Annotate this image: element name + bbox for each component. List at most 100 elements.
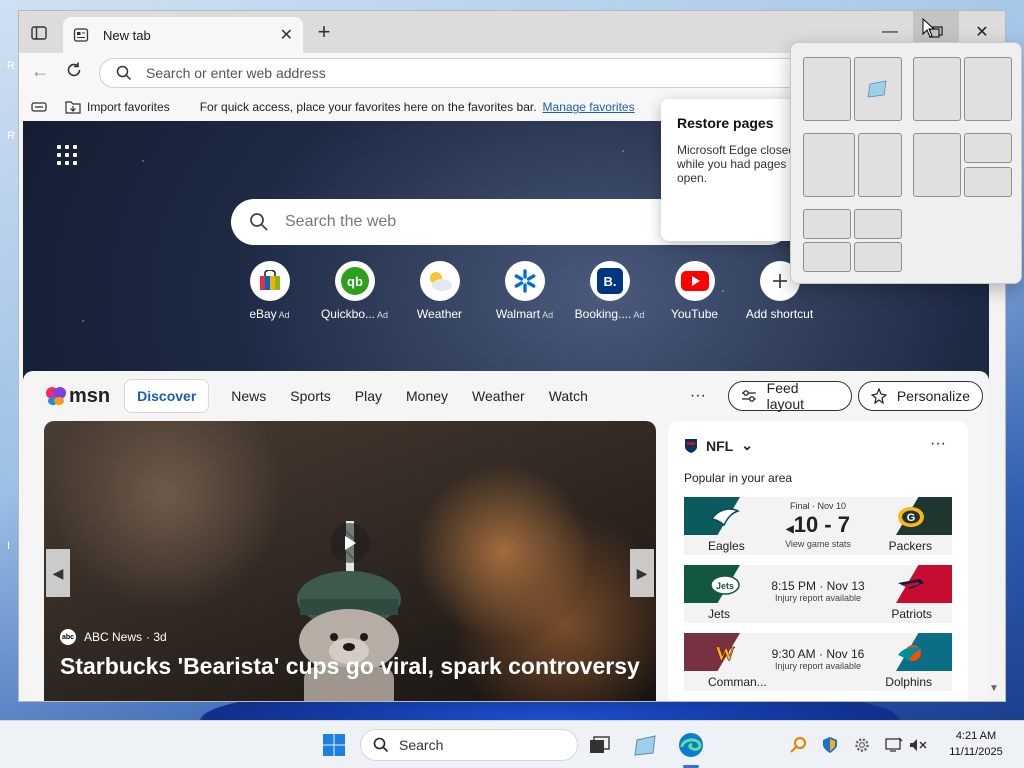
task-view-icon[interactable] [586, 731, 614, 759]
personalize-button[interactable]: Personalize [857, 381, 983, 411]
refresh-icon[interactable] [61, 61, 87, 85]
security-shield-icon[interactable] [820, 735, 840, 755]
game-row[interactable]: Jets Jets 8:15 PM · Nov 13 Injury report… [684, 565, 952, 623]
web-search-placeholder: Search the web [285, 213, 397, 230]
shortcut-youtube[interactable]: YouTube [652, 261, 737, 321]
nfl-more-button[interactable]: ··· [930, 435, 946, 453]
scroll-down-arrow-icon[interactable]: ▼ [989, 683, 999, 694]
play-icon [345, 536, 356, 550]
game-center: 9:30 AM · Nov 16 Injury report available [768, 637, 868, 671]
shortcut-label: Quickbo... [320, 307, 375, 321]
snap-zone-quad-top-right[interactable] [854, 209, 902, 239]
game-status: Final · Nov 10 [789, 501, 847, 511]
snap-zone-main-left[interactable] [913, 133, 961, 197]
game-score: ◀10 - 7 [768, 512, 868, 538]
favorites-bar-icon [31, 102, 47, 112]
tab-weather[interactable]: Weather [472, 388, 525, 404]
carousel-prev-button[interactable]: ◀ [46, 549, 70, 597]
file-explorer-icon[interactable] [632, 731, 660, 759]
hero-story-card[interactable]: ◀ ▶ abc ABC News · 3d Starbucks 'Bearist… [44, 421, 656, 701]
tab-watch[interactable]: Watch [549, 388, 588, 404]
game-time: 8:15 PM · Nov 13 [771, 579, 865, 593]
booking-icon: B. [589, 261, 630, 301]
nfl-league-selector[interactable]: NFL ⌄ [684, 437, 753, 454]
game-row[interactable]: W Comman... 9:30 AM · Nov 16 Injury repo… [684, 633, 952, 691]
snap-zone-half-right[interactable] [854, 57, 902, 121]
feed-navigation: msn Discover News Sports Play Money Weat… [23, 371, 989, 421]
network-icon[interactable] [884, 735, 904, 755]
shortcut-ebay[interactable]: eBay Ad [227, 261, 312, 321]
new-tab-button[interactable]: + [311, 21, 337, 45]
msn-logo[interactable]: msn [45, 385, 110, 408]
hero-source: abc ABC News · 3d [60, 629, 167, 645]
snap-zone-top-right[interactable] [964, 133, 1012, 163]
abc-news-logo-icon: abc [60, 629, 76, 645]
snap-zone-half-left[interactable] [803, 57, 851, 121]
ad-badge: Ad [633, 310, 645, 320]
snap-zone-wide-right[interactable] [964, 57, 1012, 121]
window-preview-icon [867, 80, 887, 98]
game-row[interactable]: Eagles Final · Nov 10 ◀10 - 7 View game … [684, 497, 952, 555]
hero-age: · 3d [146, 630, 167, 644]
address-input[interactable]: Search or enter web address [99, 58, 819, 88]
tab-new-tab[interactable]: New tab ✕ [63, 17, 303, 53]
clock-date: 11/11/2025 [949, 746, 1003, 758]
snap-zone-thirds-right[interactable] [858, 133, 902, 197]
shortcut-booking[interactable]: B. Booking.... Ad [567, 261, 652, 321]
shortcut-label: Walmart [495, 307, 541, 321]
more-tabs-button[interactable]: ··· [690, 387, 706, 405]
feed-layout-button[interactable]: Feed layout [727, 380, 852, 412]
import-favorites-button[interactable]: Import favorites [65, 100, 170, 114]
snap-zone-bottom-right[interactable] [964, 167, 1012, 197]
tab-discover[interactable]: Discover [124, 379, 210, 413]
tab-money[interactable]: Money [406, 388, 448, 404]
snap-zone-quad-top-left[interactable] [803, 209, 851, 239]
nfl-shield-icon [685, 438, 697, 453]
shortcut-walmart[interactable]: Walmart Ad [482, 261, 567, 321]
team-name: Comman... [708, 675, 767, 689]
tab-news[interactable]: News [231, 388, 266, 404]
tab-close-icon[interactable]: ✕ [280, 25, 293, 45]
settings-gear-icon[interactable] [852, 735, 872, 755]
snap-zone-quad-bottom-left[interactable] [803, 242, 851, 272]
tab-actions-icon [31, 26, 47, 40]
patriots-logo-icon [898, 579, 924, 589]
apps-launcher-icon[interactable] [57, 145, 77, 165]
dolphins-logo-icon [898, 645, 922, 661]
carousel-next-button[interactable]: ▶ [630, 549, 654, 597]
weather-icon [419, 261, 460, 301]
commanders-logo-icon: W [715, 643, 736, 665]
hero-headline[interactable]: Starbucks 'Bearista' cups go viral, spar… [60, 653, 640, 680]
packers-logo-icon: G [898, 507, 924, 527]
snap-zone-wide-left[interactable] [913, 57, 961, 121]
desktop-edge-letter: R [7, 130, 15, 142]
snap-zone-quad-bottom-right[interactable] [854, 242, 902, 272]
edge-browser-icon[interactable] [677, 731, 705, 759]
windows-start-icon[interactable] [322, 733, 346, 757]
game-note: Injury report available [774, 661, 862, 671]
mouse-cursor-icon [922, 18, 936, 38]
tab-play[interactable]: Play [355, 388, 382, 404]
address-placeholder: Search or enter web address [146, 65, 326, 81]
snap-zone-thirds-left[interactable] [803, 133, 855, 197]
play-video-button[interactable] [330, 523, 370, 563]
volume-muted-icon[interactable] [908, 735, 928, 755]
chevron-down-icon: ⌄ [741, 437, 753, 453]
msn-butterfly-icon [46, 387, 66, 405]
shortcut-quickbooks[interactable]: qb Quickbo... Ad [312, 261, 397, 321]
game-note: View game stats [785, 539, 851, 549]
team-away: G Packers [868, 497, 952, 555]
taskbar-search-box[interactable]: Search [360, 729, 578, 761]
search-icon [250, 213, 268, 231]
tab-sports[interactable]: Sports [290, 388, 330, 404]
tab-actions-button[interactable] [25, 21, 53, 45]
taskbar-clock[interactable]: 4:21 AM 11/11/2025 [940, 728, 1012, 760]
game-center: 8:15 PM · Nov 13 Injury report available [768, 569, 868, 603]
jets-logo-icon: Jets [710, 575, 740, 595]
key-icon[interactable] [788, 735, 808, 755]
manage-favorites-link[interactable]: Manage favorites [543, 100, 635, 114]
shortcut-weather[interactable]: Weather [397, 261, 482, 321]
back-arrow-icon[interactable]: ← [27, 61, 53, 85]
restore-title: Restore pages [677, 115, 774, 131]
team-name: Dolphins [885, 675, 932, 689]
